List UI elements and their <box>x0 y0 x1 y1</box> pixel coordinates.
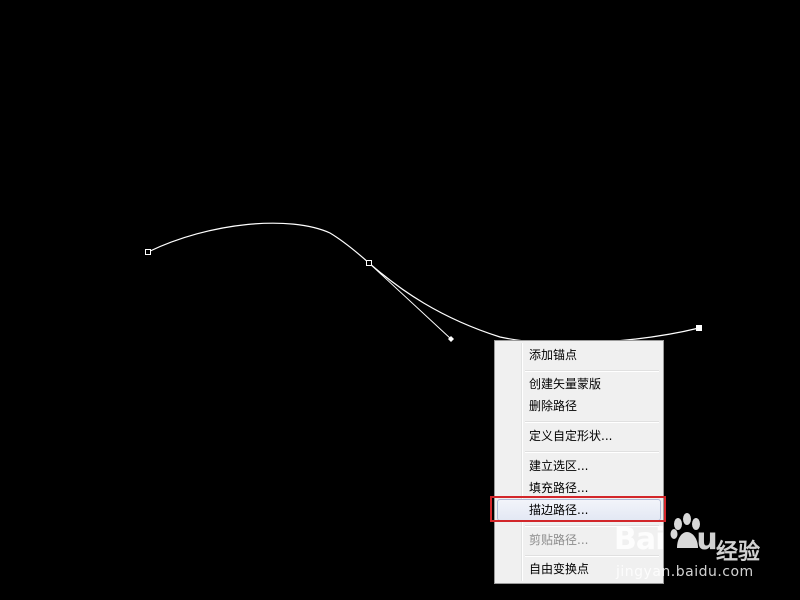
work-path[interactable] <box>0 0 800 600</box>
menu-item-make-selection[interactable]: 建立选区... <box>497 455 661 477</box>
menu-separator <box>525 421 659 423</box>
baidu-jingyan-watermark: Bai u 经验 jingyan.baidu.com <box>612 512 762 582</box>
menu-separator <box>525 451 659 453</box>
anchor-point-end[interactable] <box>696 325 702 331</box>
document-canvas[interactable]: 添加锚点 创建矢量蒙版 删除路径 定义自定形状... 建立选区... 填充路径.… <box>0 0 800 600</box>
bezier-handle-line <box>368 262 452 340</box>
paw-icon <box>670 513 700 548</box>
menu-separator <box>525 370 659 372</box>
path-curve[interactable] <box>147 222 700 344</box>
menu-item-define-custom-shape[interactable]: 定义自定形状... <box>497 425 661 447</box>
watermark-product: 经验 <box>716 540 761 565</box>
watermark-url: jingyan.baidu.com <box>616 564 754 580</box>
anchor-point-start[interactable] <box>145 249 151 255</box>
menu-item-create-vector-mask[interactable]: 创建矢量蒙版 <box>497 373 661 395</box>
anchor-point-middle[interactable] <box>366 260 372 266</box>
watermark-brand-text: Bai <box>614 522 665 557</box>
menu-item-delete-path[interactable]: 删除路径 <box>497 395 661 417</box>
menu-item-add-anchor-point[interactable]: 添加锚点 <box>497 344 661 366</box>
